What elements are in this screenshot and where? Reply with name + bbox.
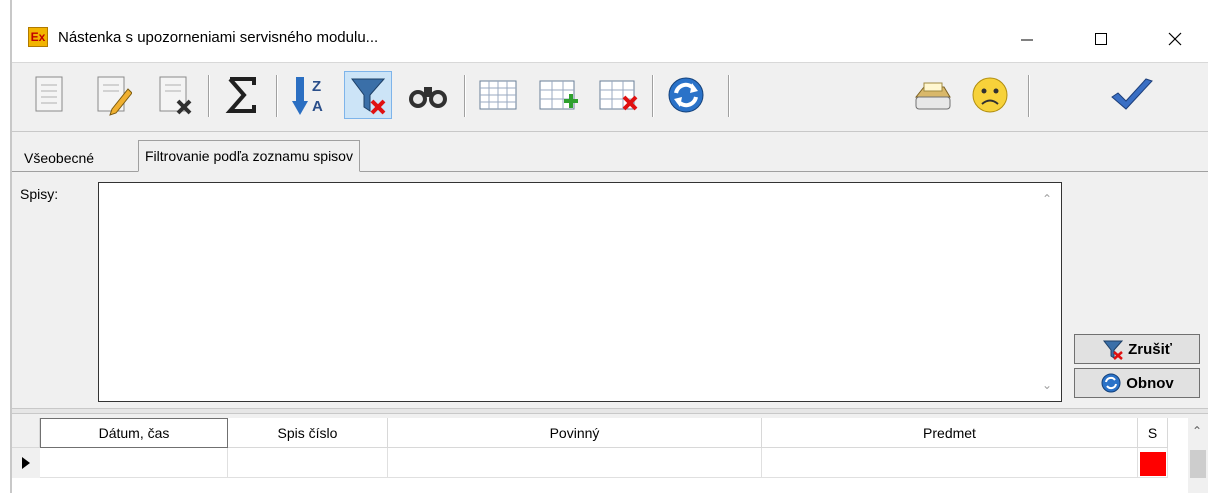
grid-header-corner [12, 418, 40, 448]
column-header-povinny[interactable]: Povinný [388, 418, 762, 448]
svg-text:Z: Z [312, 78, 321, 95]
table-icon [479, 80, 517, 110]
sum-button[interactable] [218, 71, 266, 119]
table-row-cell-povinny[interactable] [388, 448, 762, 478]
files-label: Spisy: [20, 186, 59, 202]
table-delete-row-icon [599, 80, 638, 111]
search-button[interactable] [404, 71, 452, 119]
column-header-datum[interactable]: Dátum, čas [40, 418, 228, 448]
refresh-button[interactable] [662, 71, 710, 119]
grid-scrollbar[interactable]: ⌃ [1188, 418, 1208, 493]
column-header-spis[interactable]: Spis číslo [228, 418, 388, 448]
title-bar[interactable]: Ex Nástenka s upozorneniami servisného m… [12, 0, 1208, 62]
delete-record-button[interactable] [150, 71, 198, 119]
edit-record-button[interactable] [88, 71, 136, 119]
refresh-filter-label: Obnov [1126, 374, 1174, 392]
sad-face-button[interactable] [966, 71, 1014, 119]
add-row-button[interactable] [534, 71, 582, 119]
table-button[interactable] [474, 71, 522, 119]
background-window-edge [0, 0, 12, 493]
table-row-cell-datum[interactable] [40, 448, 228, 478]
tab-general[interactable]: Všeobecné [18, 145, 100, 171]
sort-button[interactable]: Z A [286, 71, 334, 119]
cancel-filter-label: Zrušiť [1128, 340, 1172, 358]
column-header-predmet[interactable]: Predmet [762, 418, 1138, 448]
sad-face-icon [972, 77, 1008, 113]
filter-remove-icon [351, 78, 386, 115]
table-row-cell-predmet[interactable] [762, 448, 1138, 478]
tab-filter-by-files[interactable]: Filtrovanie podľa zoznamu spisov [138, 140, 360, 172]
checkmark-icon [1111, 78, 1153, 110]
sort-za-icon: Z A [292, 77, 323, 115]
app-icon: Ex [28, 27, 48, 47]
minimize-icon [1021, 39, 1033, 41]
close-icon [1168, 32, 1182, 46]
status-indicator [1140, 452, 1166, 476]
document-delete-icon [159, 76, 192, 115]
textarea-scroll-down-icon[interactable]: ⌄ [1042, 378, 1052, 392]
sum-icon [225, 77, 256, 113]
cancel-filter-button[interactable]: Zrušiť [1074, 334, 1200, 364]
table-row-cell-spis[interactable] [228, 448, 388, 478]
current-row-indicator[interactable] [12, 448, 40, 478]
binoculars-icon [409, 87, 447, 108]
svg-text:A: A [312, 98, 323, 115]
row-pointer-icon [22, 457, 30, 469]
inbox-button[interactable] [908, 71, 956, 119]
filter-remove-icon [1103, 340, 1124, 360]
refresh-filter-button[interactable]: Obnov [1074, 368, 1200, 398]
close-button[interactable] [1152, 22, 1198, 56]
filter-remove-button[interactable] [344, 71, 392, 119]
tab-strip: Všeobecné Filtrovanie podľa zoznamu spis… [12, 139, 1208, 172]
document-copy-icon [35, 76, 63, 112]
maximize-button[interactable] [1078, 22, 1124, 56]
toolbar: Z A [12, 62, 1208, 132]
maximize-icon [1095, 33, 1107, 45]
refresh-icon [1101, 373, 1121, 393]
delete-row-button[interactable] [594, 71, 642, 119]
minimize-button[interactable] [1004, 22, 1050, 56]
confirm-button[interactable] [1108, 71, 1156, 119]
files-textarea[interactable] [98, 182, 1062, 402]
dashboard-window: Ex Nástenka s upozorneniami servisného m… [12, 0, 1208, 493]
column-header-status[interactable]: S [1138, 418, 1168, 448]
scroll-up-icon[interactable]: ⌃ [1192, 424, 1202, 438]
copy-record-button[interactable] [26, 71, 74, 119]
window-title: Nástenka s upozorneniami servisného modu… [58, 29, 379, 46]
scrollbar-thumb[interactable] [1190, 450, 1206, 478]
refresh-icon [668, 77, 704, 113]
document-edit-icon [97, 76, 132, 116]
textarea-scroll-up-icon[interactable]: ⌃ [1042, 192, 1052, 206]
table-add-row-icon [539, 80, 578, 110]
panel-splitter[interactable] [12, 408, 1208, 414]
records-grid: Dátum, čas Spis číslo Povinný Predmet S [12, 418, 1188, 493]
tray-icon [914, 82, 951, 110]
